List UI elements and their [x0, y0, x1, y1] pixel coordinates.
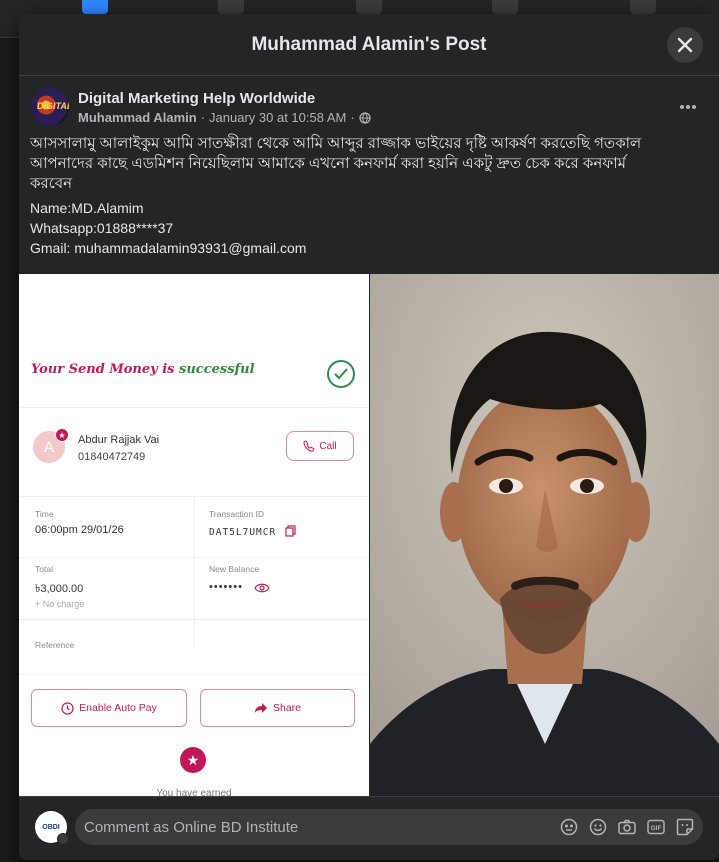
share-arrow-icon: [254, 703, 267, 713]
comment-input[interactable]: Comment as Online BD Institute GIF: [75, 809, 703, 845]
globe-icon[interactable]: [359, 111, 371, 124]
receipt-success-prefix: Your Send Money is: [31, 362, 180, 377]
check-circle-icon: [327, 360, 355, 388]
comment-tools: GIF: [559, 817, 695, 837]
new-balance-value: •••••••: [209, 581, 243, 593]
total-value: ৳3,000.00: [35, 583, 84, 595]
camera-icon[interactable]: [617, 817, 637, 837]
post-meta: Muhammad Alamin · January 30 at 10:58 AM…: [78, 110, 371, 125]
more-options-button[interactable]: [674, 93, 702, 121]
post-text-line: আসসালামু আলাইকুম আমি সাতক্ষীরা থেকে আমি …: [30, 135, 642, 152]
sticker-icon[interactable]: [675, 817, 695, 837]
share-label: Share: [272, 702, 302, 714]
receipt-screenshot-image[interactable]: Your Send Money is successful A ★ Abdur …: [19, 274, 369, 796]
earned-text: You have earned: [156, 788, 232, 796]
post-date[interactable]: January 30 at 10:58 AM: [209, 110, 346, 125]
post-text: আসসালামু আলাইকুম আমি সাতক্ষীরা থেকে আমি …: [30, 134, 710, 258]
chevron-down-icon[interactable]: [57, 833, 69, 845]
more-icon: [680, 105, 696, 109]
new-balance-label: New Balance: [209, 564, 260, 574]
post-header: DIGITAL Digital Marketing Help Worldwide…: [19, 76, 719, 136]
post-images: Your Send Money is successful A ★ Abdur …: [19, 274, 719, 796]
svg-text:GIF: GIF: [651, 825, 662, 832]
autopay-icon: [61, 701, 74, 715]
close-icon: [677, 37, 693, 53]
page-name[interactable]: Digital Marketing Help Worldwide: [78, 90, 315, 107]
page-avatar[interactable]: DIGITAL: [31, 88, 69, 126]
gif-icon[interactable]: GIF: [646, 817, 666, 837]
page-avatar-text: DIGITAL: [37, 101, 69, 111]
post-text-line: করবেন: [30, 175, 73, 192]
video-nav-icon[interactable]: [218, 0, 244, 14]
transaction-id-value: DAT5L7UMCR: [209, 527, 277, 538]
portrait-illustration: [370, 274, 719, 796]
transaction-id-label: Transaction ID: [209, 509, 264, 519]
groups-nav-icon[interactable]: [492, 0, 518, 14]
time-label: Time: [35, 509, 54, 519]
home-nav-icon[interactable]: [82, 0, 108, 14]
comment-bar: OBDI Comment as Online BD Institute GIF: [19, 796, 719, 860]
charge-note: + No charge: [35, 599, 85, 609]
reference-label: Reference: [35, 640, 75, 650]
copy-icon: [285, 525, 296, 537]
meta-separator: ·: [200, 110, 206, 125]
close-button[interactable]: [667, 27, 703, 63]
call-label: Call: [319, 440, 337, 452]
eye-icon: [254, 583, 270, 593]
comment-placeholder: Comment as Online BD Institute: [84, 819, 299, 836]
post-author[interactable]: Muhammad Alamin: [78, 110, 197, 125]
auto-pay-label: Enable Auto Pay: [79, 702, 157, 714]
post-detail-name: Name:MD.Alamim: [30, 200, 144, 216]
time-value: 06:00pm 29/01/26: [35, 524, 124, 536]
star-icon: ★: [55, 428, 69, 442]
meta-separator: ·: [350, 110, 355, 125]
recipient-phone: 01840472749: [78, 451, 146, 463]
receipt-success-text: Your Send Money is successful: [31, 362, 255, 377]
star-icon: ★: [180, 747, 206, 773]
marketplace-nav-icon[interactable]: [356, 0, 382, 14]
commenter-avatar-text: OBDI: [42, 823, 60, 831]
recipient-avatar-letter: A: [43, 438, 54, 456]
modal-title: Muhammad Alamin's Post: [251, 34, 487, 55]
total-label: Total: [35, 564, 53, 574]
post-modal: Muhammad Alamin's Post DIGITAL Digital M…: [19, 14, 719, 860]
commenter-avatar[interactable]: OBDI: [35, 811, 69, 845]
recipient-avatar: A ★: [33, 428, 69, 463]
post-detail-gmail: Gmail: muhammadalamin93931@gmail.com: [30, 240, 307, 256]
receipt-success-word: successful: [179, 362, 255, 377]
gaming-nav-icon[interactable]: [630, 0, 656, 14]
post-detail-whatsapp: Whatsapp:01888****37: [30, 220, 174, 236]
share-button: Share: [200, 689, 355, 727]
emoji-icon[interactable]: [588, 817, 608, 837]
phone-icon: [303, 440, 316, 452]
avatar-sticker-icon[interactable]: [559, 817, 579, 837]
post-text-line: আপনাদের কাছে এডমিশন নিয়েছিলাম আমাকে এখন…: [30, 155, 627, 172]
recipient-name: Abdur Rajjak Vai: [78, 434, 160, 446]
portrait-photo-image[interactable]: [370, 274, 719, 796]
call-button: Call: [286, 431, 354, 461]
modal-header: Muhammad Alamin's Post: [19, 14, 719, 76]
enable-auto-pay-button: Enable Auto Pay: [31, 689, 187, 727]
